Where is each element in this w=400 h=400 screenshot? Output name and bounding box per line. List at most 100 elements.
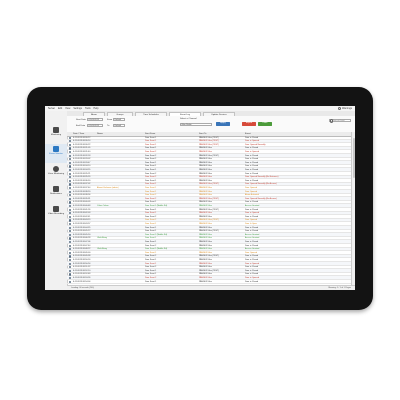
sidebar-item-voice-monitoring[interactable]: Voice Monitoring [45, 164, 67, 183]
event-type-icon [69, 165, 72, 168]
cell-to: PANDEX Ultra [199, 212, 212, 215]
event-table: Date / Time Name Sent From Sent To Event… [67, 132, 351, 285]
cell-event: Door is Closed [245, 172, 259, 175]
cell-to: PANDEX Ultra [199, 273, 212, 276]
cell-time: 6-11-2013 08:52:10 [73, 269, 91, 272]
cell-to: PANDEX Ultra [199, 248, 212, 251]
cell-time: 6-11-2013 08:34:10 [73, 165, 91, 168]
cell-to: PANDEX Ultra [199, 204, 212, 207]
start-date-input[interactable]: 01-03-2013 [87, 118, 103, 122]
cell-time: 6-11-2013 08:33:02 [73, 158, 91, 161]
cell-event: Door Opened [245, 186, 258, 189]
event-type-icon [69, 176, 72, 179]
menu-settings[interactable]: Settings [73, 107, 82, 110]
warnings-indicator[interactable]: Warnings [337, 106, 352, 110]
cell-to: PANDEX Ultra (TEST) [199, 230, 219, 233]
header-event[interactable]: Event [245, 133, 251, 135]
event-type-icon [69, 190, 72, 193]
cell-from: Door Front 1 [145, 226, 157, 229]
cell-time: 6-11-2013 08:49:00 [73, 251, 91, 254]
cell-from: Door Front 1 [145, 280, 157, 283]
menu-server[interactable]: Server [48, 107, 55, 110]
cell-from: Door Front 1 [145, 212, 157, 215]
to-input[interactable]: Default [113, 124, 125, 128]
cell-time: 6-11-2013 08:50:54 [73, 262, 91, 265]
menu-help[interactable]: Help [94, 107, 99, 110]
header-date-time[interactable]: Date / Time [73, 133, 84, 135]
cell-to: PANDEX Ultra [199, 240, 212, 243]
sidebar-item-label: Video Recording [47, 213, 65, 215]
filter-button[interactable]: Filter [258, 122, 272, 126]
cell-from: Door Front 1 [145, 179, 157, 182]
cell-event: Door Opened [245, 251, 258, 254]
menu-edit[interactable]: Edit [58, 107, 62, 110]
channel-select[interactable]: Blue Radio [180, 122, 212, 126]
cell-to: PANDEX Ultra [199, 237, 212, 240]
cell-time: 6-11-2013 08:36:30 [73, 179, 91, 182]
sidebar-item-video-recording[interactable]: Video Recording [45, 204, 67, 223]
cell-from: Door Front 2 [145, 158, 157, 161]
cell-from: Door Front 1 [145, 269, 157, 272]
cell-event: Alarm Activated [245, 194, 259, 197]
cell-time: 6-11-2013 08:51:32 [73, 266, 91, 269]
status-left: Loading: 00 records (200) [71, 287, 94, 290]
cell-event: Door is Closed [245, 258, 259, 261]
cell-from: Door Front 2 [145, 219, 157, 222]
event-type-icon [69, 255, 72, 258]
event-type-icon [69, 140, 72, 143]
product-photo: Server Edit View Settings Tools Help War… [0, 0, 400, 400]
cell-from: Door Front 1 [145, 222, 157, 225]
to-label: To [107, 124, 110, 127]
cell-to: PANDEX Ultra [199, 215, 212, 218]
cell-from: Door Front 1 [145, 237, 157, 240]
cell-name: Ufuk Aksoy [97, 248, 108, 251]
cell-time: 6-11-2013 08:40:09 [73, 201, 91, 204]
cell-event: Door Opened [245, 219, 258, 222]
export-button[interactable]: Export [242, 122, 256, 126]
sidebar-item-monitoring[interactable]: Monitoring [45, 125, 67, 144]
cell-time: 6-11-2013 08:35:59 [73, 176, 91, 179]
header-name[interactable]: Name [97, 133, 103, 135]
cell-time: 6-11-2013 08:34:55 [73, 168, 91, 171]
event-type-icon [69, 154, 72, 157]
menu-view[interactable]: View [65, 107, 70, 110]
cell-to: PANDEX Ultra [199, 266, 212, 269]
cell-event: Door Opened Normally (No Access) [245, 197, 277, 200]
from-input[interactable]: Default [113, 118, 125, 122]
scrollbar-thumb[interactable] [352, 138, 355, 178]
sidebar-item-notifications[interactable]: Notifications [45, 184, 67, 203]
end-date-input[interactable]: 01-03-2013 [87, 124, 103, 128]
header-sent-from[interactable]: Sent From [145, 133, 155, 135]
cell-event: Door is Closed [245, 215, 259, 218]
cell-event: Door is Closed [245, 266, 259, 269]
event-type-icon [69, 197, 72, 200]
cell-event: Door is Opened [245, 262, 260, 265]
cell-to: PANDEX Ultra [199, 276, 212, 279]
apply-button[interactable]: Apply [216, 122, 230, 126]
table-row[interactable]: 6-11-2013 08:54:04 Door Front 1 PANDEX Ult… [67, 280, 351, 284]
menu-tools[interactable]: Tools [85, 107, 91, 110]
cell-event: Door is Closed [245, 165, 259, 168]
cell-event: Door is Closed [245, 273, 259, 276]
cell-name: Cihan Ozkan [97, 204, 109, 207]
cell-event: Door Opened [245, 190, 258, 193]
cell-event: Door is Opened [245, 150, 260, 153]
warning-icon [337, 106, 341, 110]
event-type-icon [69, 233, 72, 236]
vertical-scrollbar[interactable] [351, 132, 355, 285]
monitor-icon [53, 127, 59, 133]
cell-event: Access Granted [245, 237, 260, 240]
event-type-icon [69, 161, 72, 164]
event-type-icon [69, 280, 72, 283]
cell-time: 6-11-2013 08:40:48 [73, 204, 91, 207]
cell-time: 6-11-2013 08:37:44 [73, 186, 91, 189]
cell-time: 6-11-2013 08:47:44 [73, 244, 91, 247]
cell-event: Door is Opened [245, 140, 260, 143]
cell-time: 6-11-2013 08:45:12 [73, 230, 91, 233]
cell-from: Door Front 1 [145, 147, 157, 150]
notifications-icon [53, 186, 59, 192]
event-type-icon [69, 143, 72, 146]
sidebar-item-event-monitor[interactable]: Event Monitor [45, 144, 67, 163]
header-sent-to[interactable]: Sent To [199, 133, 206, 135]
event-type-icon [69, 208, 72, 211]
